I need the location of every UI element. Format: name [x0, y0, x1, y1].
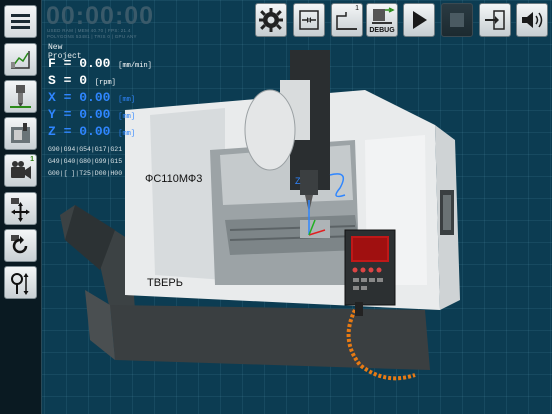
camera-icon: [11, 161, 31, 179]
gcode-modal-line-2: G49|G40|G80|G99|G15: [48, 158, 123, 165]
speed-readout: S = 0 [rpm]: [48, 73, 116, 88]
zoom-icon: [11, 273, 29, 295]
fit-view-button[interactable]: [293, 3, 325, 37]
milling-tool-icon: [10, 85, 31, 108]
y-readout: Y = 0.00 [mm]: [48, 107, 135, 122]
speed-value: 0: [79, 73, 88, 88]
toolpath-button[interactable]: [4, 43, 37, 76]
menu-button[interactable]: [4, 5, 37, 38]
machine-model-label: ФС110МФ3: [145, 173, 203, 185]
tool-view-button[interactable]: [4, 80, 37, 113]
feed-value: 0.00: [79, 56, 111, 71]
play-button[interactable]: [403, 3, 435, 37]
gear-icon: [259, 8, 283, 32]
machine-icon: [11, 123, 30, 143]
y-label: Y =: [48, 107, 80, 122]
z-label: Z =: [48, 124, 80, 139]
stop-button[interactable]: [441, 3, 473, 37]
speaker-icon: [522, 12, 543, 28]
camera-button[interactable]: 1: [4, 154, 37, 187]
debug-button[interactable]: DEBUG: [366, 3, 398, 37]
sound-button[interactable]: [516, 3, 548, 37]
pan-button[interactable]: [4, 192, 37, 225]
speed-label: S =: [48, 73, 80, 88]
exit-icon: [485, 10, 505, 30]
left-toolbar: 1: [0, 0, 42, 414]
toolpath-icon: [11, 51, 30, 69]
x-unit: [mm]: [118, 96, 136, 104]
svg-text:Z: Z: [295, 176, 301, 186]
status-line-2: POLYGONS 53481 | TRIS 0 | GPU ANY: [47, 34, 137, 39]
menu-icon: [11, 14, 30, 29]
z-readout: Z = 0.00 [mm]: [48, 124, 135, 139]
machine-view-button[interactable]: [4, 117, 37, 150]
y-value: 0.00: [79, 107, 111, 122]
x-label: X =: [48, 90, 80, 105]
feed-label: F =: [48, 56, 80, 71]
settings-button[interactable]: [255, 3, 287, 37]
elapsed-timer: 00:00:00: [46, 2, 155, 30]
stop-icon: [450, 13, 464, 27]
move-arrows-icon: [11, 198, 30, 222]
gcode-modal-line-3: G00|[ ]|T25|D00|H00: [48, 170, 123, 177]
machine-brand-label: ТВЕРЬ: [147, 277, 183, 289]
play-icon: [413, 11, 427, 29]
speed-unit: [rpm]: [94, 79, 116, 87]
single-step-icon: [336, 12, 357, 30]
y-unit: [mm]: [118, 113, 136, 121]
rotate-icon: [11, 235, 28, 254]
single-block-button[interactable]: 1: [331, 3, 363, 37]
zoom-button[interactable]: [4, 266, 37, 299]
z-value: 0.00: [79, 124, 111, 139]
fit-width-icon: [299, 10, 319, 30]
exit-button[interactable]: [479, 3, 511, 37]
x-value: 0.00: [79, 90, 111, 105]
z-unit: [mm]: [118, 130, 136, 138]
debug-label: DEBUG: [369, 27, 395, 34]
feed-unit: [mm/min]: [118, 62, 152, 70]
feed-readout: F = 0.00 [mm/min]: [48, 56, 152, 71]
status-line-1: USED RAM | MEM 40.70 | FPS: 21.4: [47, 28, 131, 33]
rotate-button[interactable]: [4, 229, 37, 262]
x-readout: X = 0.00 [mm]: [48, 90, 135, 105]
gcode-modal-line-1: G90|G94|G54|G17|G21: [48, 146, 123, 153]
